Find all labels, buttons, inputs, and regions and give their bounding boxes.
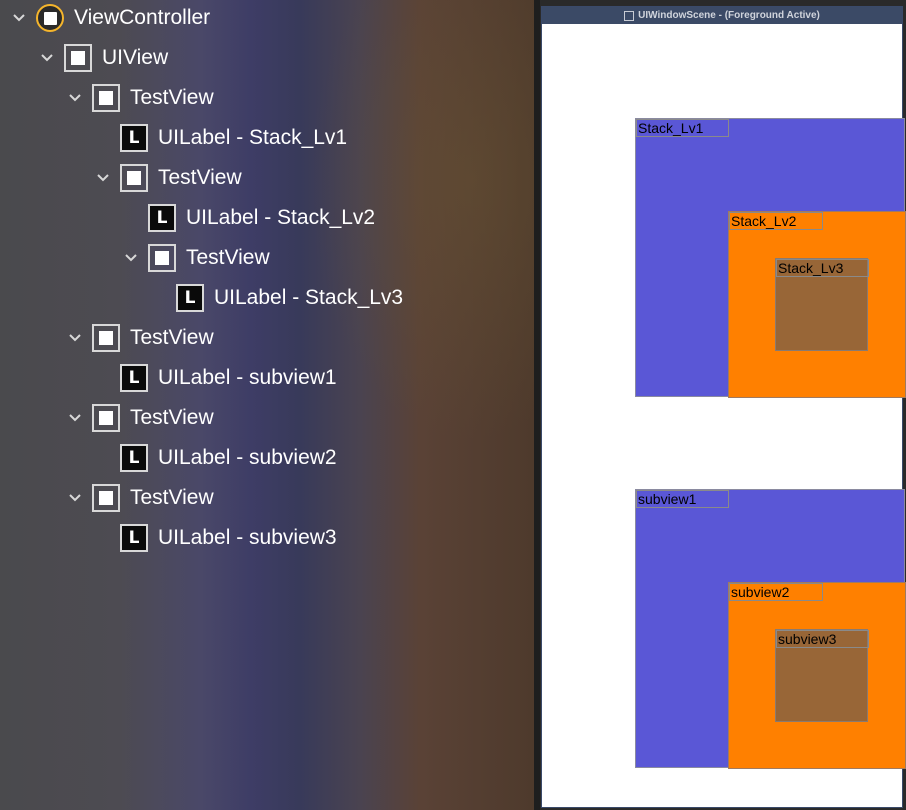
tree-node-label: TestView	[158, 166, 242, 189]
tree-row-uilabel[interactable]: L UILabel - subview2	[120, 438, 337, 478]
tree-row-testview[interactable]: TestView	[64, 478, 214, 518]
chevron-down-icon[interactable]	[36, 47, 58, 69]
view-icon	[120, 164, 148, 192]
chevron-down-icon[interactable]	[64, 487, 86, 509]
tree-node-label: UIView	[102, 46, 169, 69]
testview-subview3[interactable]: subview3	[775, 629, 869, 722]
tree-row-testview[interactable]: TestView	[64, 398, 214, 438]
tree-row-uilabel[interactable]: L UILabel - subview3	[120, 518, 337, 558]
window-scene-titlebar: UIWindowScene - (Foreground Active)	[542, 7, 902, 25]
chevron-down-icon[interactable]	[64, 87, 86, 109]
tree-node-label: TestView	[130, 86, 214, 109]
testview-stack-lv1[interactable]: Stack_Lv1 Stack_Lv2 Stack_Lv3	[635, 118, 906, 398]
tree-row-uilabel[interactable]: L UILabel - subview1	[120, 358, 337, 398]
label-icon: L	[120, 444, 148, 472]
tree-node-label: TestView	[130, 326, 214, 349]
window-scene[interactable]: UIWindowScene - (Foreground Active) Stac…	[541, 6, 906, 808]
label-icon: L	[148, 204, 176, 232]
testview-stack-lv2[interactable]: Stack_Lv2 Stack_Lv3	[728, 211, 906, 398]
tree-row-uiview[interactable]: UIView	[36, 38, 168, 78]
tree-row-view-controller[interactable]: ViewController	[8, 0, 210, 38]
chevron-down-icon[interactable]	[64, 407, 86, 429]
view-icon	[92, 484, 120, 512]
tree-row-uilabel[interactable]: L UILabel - Stack_Lv2	[148, 198, 375, 238]
tree-row-testview[interactable]: TestView	[120, 238, 270, 278]
tree-row-uilabel[interactable]: L UILabel - Stack_Lv1	[120, 118, 347, 158]
tree-row-uilabel[interactable]: L UILabel - Stack_Lv3	[176, 278, 403, 318]
label-stack-lv2[interactable]: Stack_Lv2	[729, 212, 823, 230]
chevron-down-icon[interactable]	[120, 247, 142, 269]
label-stack-lv3[interactable]: Stack_Lv3	[776, 259, 869, 277]
chevron-down-icon[interactable]	[92, 167, 114, 189]
chevron-down-icon[interactable]	[64, 327, 86, 349]
label-icon: L	[120, 524, 148, 552]
view-icon	[148, 244, 176, 272]
label-icon: L	[120, 364, 148, 392]
window-icon	[624, 10, 635, 21]
view-icon	[92, 84, 120, 112]
label-subview2[interactable]: subview2	[729, 583, 823, 601]
view-hierarchy-panel: ViewController UIView TestView L UILabel…	[0, 0, 534, 810]
label-stack-lv1[interactable]: Stack_Lv1	[636, 119, 729, 137]
tree-node-label: TestView	[186, 246, 270, 269]
testview-stack-lv3[interactable]: Stack_Lv3	[775, 258, 869, 351]
view-icon	[92, 324, 120, 352]
view-controller-icon	[36, 4, 64, 32]
label-icon: L	[176, 284, 204, 312]
window-scene-content: Stack_Lv1 Stack_Lv2 Stack_Lv3 subview1 s…	[542, 24, 906, 807]
tree-node-label: TestView	[130, 406, 214, 429]
tree-node-label: UILabel - subview2	[158, 446, 337, 469]
tree-node-label: UILabel - subview3	[158, 526, 337, 549]
tree-node-label: ViewController	[74, 6, 211, 29]
testview-subview2[interactable]: subview2 subview3	[728, 582, 906, 769]
tree-node-label: UILabel - subview1	[158, 366, 337, 389]
tree-node-label: UILabel - Stack_Lv1	[158, 126, 348, 149]
label-subview1[interactable]: subview1	[636, 490, 729, 508]
label-subview3[interactable]: subview3	[776, 630, 869, 648]
tree-row-testview[interactable]: TestView	[64, 78, 214, 118]
window-scene-title: UIWindowScene - (Foreground Active)	[638, 10, 820, 21]
label-icon: L	[120, 124, 148, 152]
tree-node-label: UILabel - Stack_Lv3	[214, 286, 404, 309]
tree-row-testview[interactable]: TestView	[92, 158, 242, 198]
tree-row-testview[interactable]: TestView	[64, 318, 214, 358]
view-icon	[92, 404, 120, 432]
view-icon	[64, 44, 92, 72]
tree-node-label: TestView	[130, 486, 214, 509]
chevron-down-icon[interactable]	[8, 7, 30, 29]
testview-subview1[interactable]: subview1 subview2 subview3	[635, 489, 906, 769]
tree-node-label: UILabel - Stack_Lv2	[186, 206, 376, 229]
